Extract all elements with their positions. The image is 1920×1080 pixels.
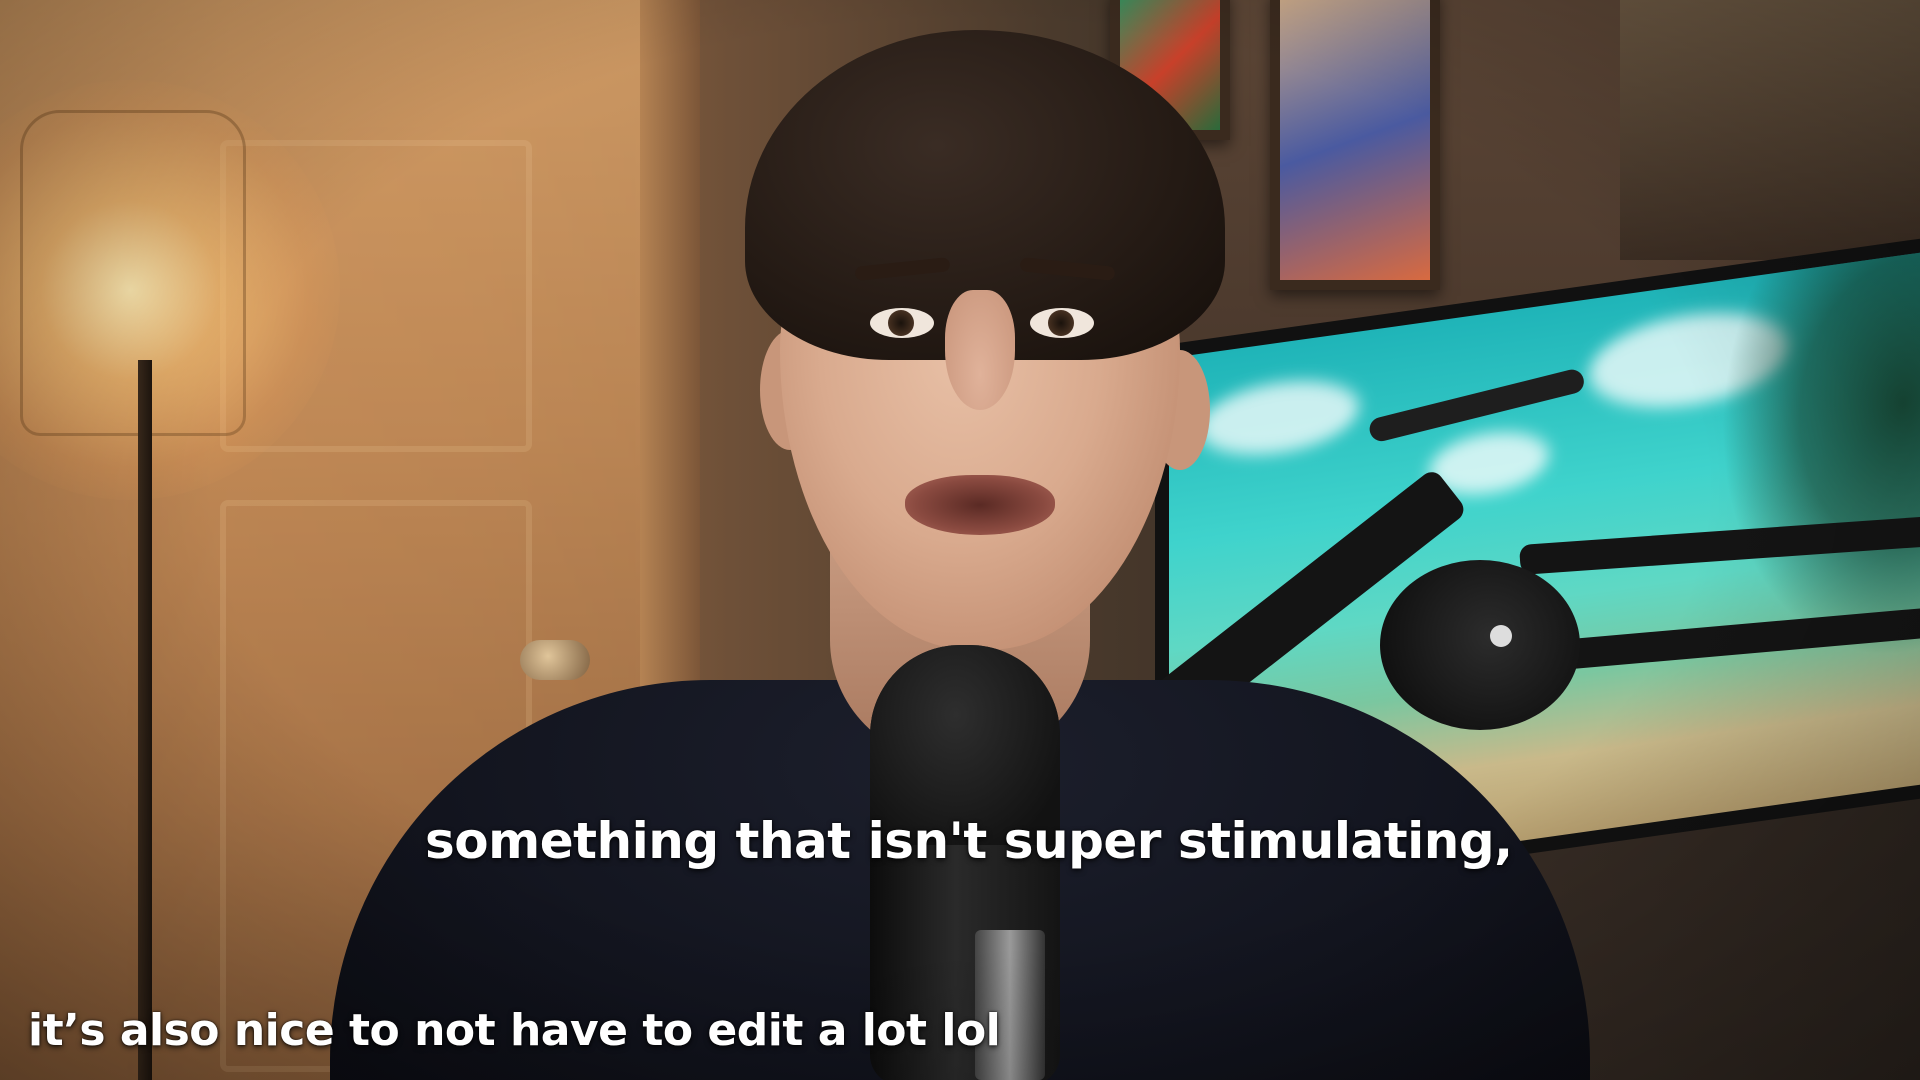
person-nose: [945, 290, 1015, 410]
picture-frame-large: [1270, 0, 1440, 290]
eye-right: [1030, 308, 1094, 338]
door-knob: [520, 640, 590, 680]
cloud: [1199, 371, 1359, 465]
overlay-caption: it’s also nice to not have to edit a lot…: [28, 1005, 1001, 1056]
joint-screw-icon: [1490, 625, 1512, 647]
lamp-pole: [138, 360, 152, 1080]
eye-left: [870, 308, 934, 338]
boom-arm-joint: [1380, 560, 1580, 730]
video-frame: something that isn't super stimulating, …: [0, 0, 1920, 1080]
lamp-shade: [20, 110, 246, 436]
subtitle-caption: something that isn't super stimulating,: [425, 812, 1513, 870]
shelf: [1620, 0, 1920, 260]
person-mouth: [905, 475, 1055, 535]
